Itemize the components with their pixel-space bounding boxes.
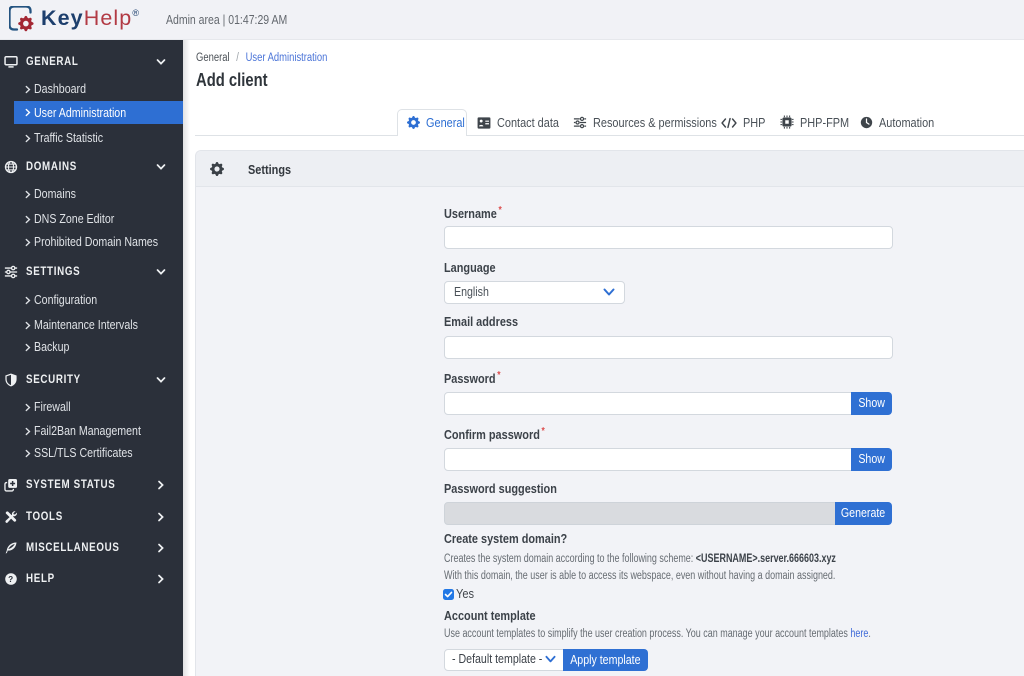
svg-text:?: ? (8, 574, 14, 584)
